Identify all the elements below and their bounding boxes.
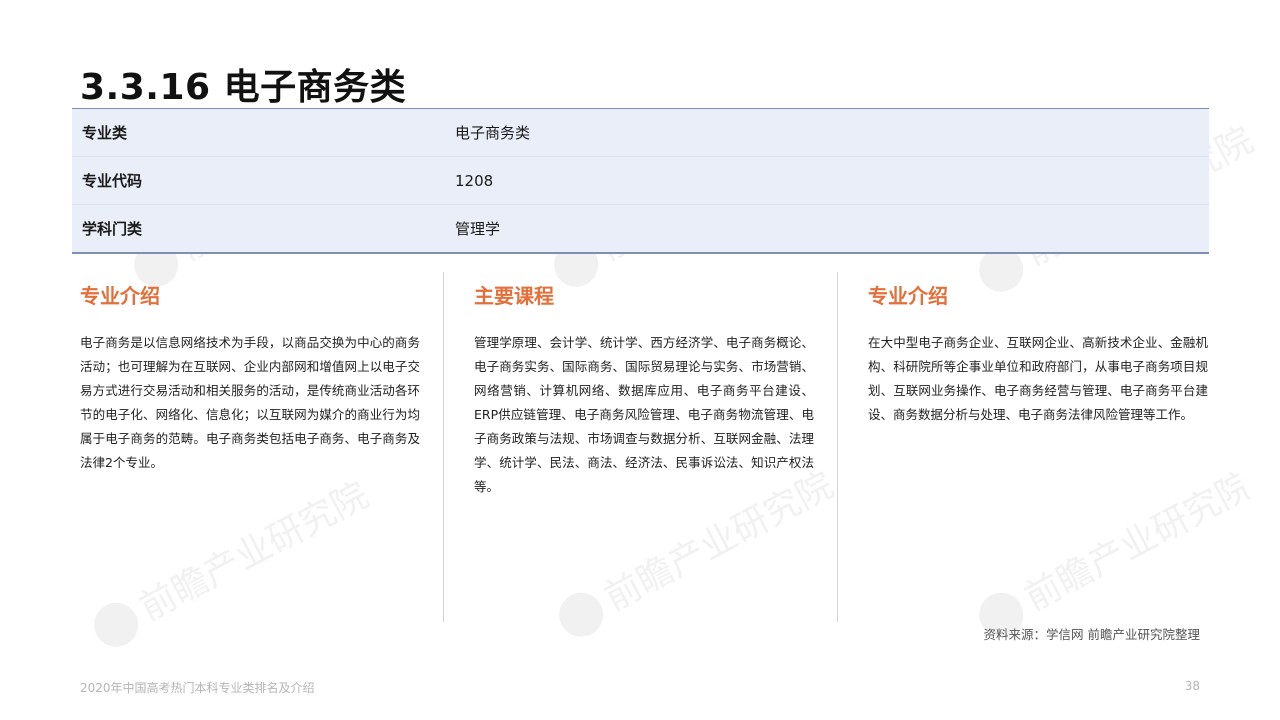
column-body: 管理学原理、会计学、统计学、西方经济学、电子商务概论、电子商务实务、国际商务、国… xyxy=(474,335,814,494)
column-heading: 专业介绍 xyxy=(80,284,160,308)
column-heading: 专业介绍 xyxy=(868,284,948,308)
info-key: 专业代码 xyxy=(82,172,143,190)
info-value: 1208 xyxy=(455,171,494,190)
column-body: 电子商务是以信息网络技术为手段，以商品交换为中心的商务活动；也可理解为在互联网、… xyxy=(80,335,420,470)
column-divider xyxy=(837,272,838,622)
info-row-category: 专业类 电子商务类 xyxy=(72,109,1209,157)
info-table: 专业类 电子商务类 专业代码 1208 学科门类 管理学 xyxy=(72,108,1209,254)
footer-title: 2020年中国高考热门本科专业类排名及介绍 xyxy=(80,681,315,695)
svg-text:前瞻产业研究院: 前瞻产业研究院 xyxy=(133,475,375,630)
watermark-logo: 前瞻产业研究院 xyxy=(94,475,375,647)
info-value: 电子商务类 xyxy=(455,124,531,142)
column-body: 在大中型电子商务企业、互联网企业、高新技术企业、金融机构、科研院所等企事业单位和… xyxy=(868,335,1208,422)
page-number: 38 xyxy=(1184,679,1200,693)
info-value: 管理学 xyxy=(455,220,501,238)
column-careers: 专业介绍 在大中型电子商务企业、互联网企业、高新技术企业、金融机构、科研院所等企… xyxy=(868,280,1208,427)
svg-text:前瞻产业研究院: 前瞻产业研究院 xyxy=(1018,465,1260,620)
info-row-discipline: 学科门类 管理学 xyxy=(72,205,1209,252)
info-key: 学科门类 xyxy=(82,220,143,238)
column-heading: 主要课程 xyxy=(474,284,554,308)
column-divider xyxy=(443,272,444,622)
column-introduction: 专业介绍 电子商务是以信息网络技术为手段，以商品交换为中心的商务活动；也可理解为… xyxy=(80,280,420,475)
info-key: 专业类 xyxy=(82,124,128,142)
source-note: 资料来源：学信网 前瞻产业研究院整理 xyxy=(983,627,1200,642)
info-row-code: 专业代码 1208 xyxy=(72,157,1209,205)
page-title: 3.3.16 电子商务类 xyxy=(80,67,407,108)
column-courses: 主要课程 管理学原理、会计学、统计学、西方经济学、电子商务概论、电子商务实务、国… xyxy=(474,280,814,499)
